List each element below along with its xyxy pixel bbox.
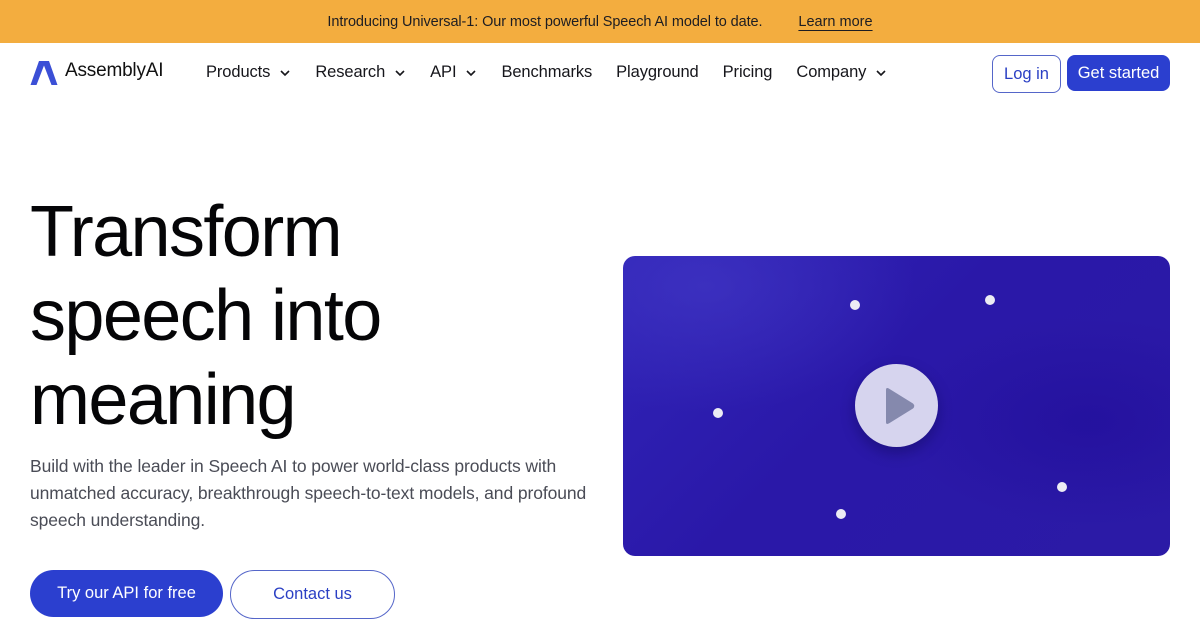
nav-item-label: Pricing bbox=[722, 63, 773, 81]
nav-item-products[interactable]: Products bbox=[206, 63, 291, 82]
try-api-button[interactable]: Try our API for free bbox=[30, 570, 223, 617]
decorative-dot bbox=[836, 509, 846, 519]
get-started-button[interactable]: Get started bbox=[1067, 55, 1170, 91]
main-menu: Products Research API Benchmarks Playgro… bbox=[206, 63, 911, 82]
nav-item-research[interactable]: Research bbox=[315, 63, 406, 82]
hero-title-line: Transform bbox=[30, 192, 343, 272]
contact-us-button[interactable]: Contact us bbox=[230, 570, 395, 619]
chevron-down-icon bbox=[466, 69, 477, 76]
decorative-dot bbox=[713, 408, 723, 418]
brand-name: AssemblyAI bbox=[65, 60, 164, 81]
banner-message: Introducing Universal-1: Our most powerf… bbox=[327, 13, 763, 30]
nav-item-label: Products bbox=[206, 63, 271, 81]
nav-item-playground[interactable]: Playground bbox=[616, 63, 699, 82]
decorative-dot bbox=[985, 295, 995, 305]
nav-item-label: API bbox=[430, 63, 457, 81]
nav-item-company[interactable]: Company bbox=[796, 63, 887, 82]
nav-item-label: Research bbox=[315, 63, 386, 81]
top-navigation: AssemblyAI Products Research API Benchma… bbox=[0, 43, 1200, 103]
hero-subtitle: Build with the leader in Speech AI to po… bbox=[30, 456, 587, 530]
hero-title-line: speech into bbox=[30, 276, 382, 356]
nav-item-label: Benchmarks bbox=[501, 63, 593, 81]
nav-item-label: Company bbox=[796, 63, 867, 81]
chevron-down-icon bbox=[876, 69, 886, 76]
decorative-dot bbox=[850, 300, 860, 310]
play-icon bbox=[885, 387, 914, 424]
hero-title: Transform speech into meaning bbox=[30, 190, 590, 442]
hero-title-line: meaning bbox=[30, 360, 297, 440]
learn-more-link[interactable]: Learn more bbox=[798, 14, 872, 30]
chevron-down-icon bbox=[280, 69, 290, 76]
nav-item-benchmarks[interactable]: Benchmarks bbox=[501, 63, 592, 82]
nav-item-label: Playground bbox=[616, 63, 699, 81]
announcement-banner: Introducing Universal-1: Our most powerf… bbox=[0, 0, 1200, 43]
decorative-dot bbox=[1057, 482, 1067, 492]
nav-item-pricing[interactable]: Pricing bbox=[723, 63, 773, 82]
assemblyai-logo-icon bbox=[30, 61, 58, 85]
brand-logo[interactable]: AssemblyAI bbox=[30, 60, 164, 86]
chevron-down-icon bbox=[395, 69, 405, 76]
nav-item-api[interactable]: API bbox=[430, 63, 477, 82]
play-button[interactable] bbox=[855, 364, 938, 447]
video-player[interactable] bbox=[623, 256, 1170, 556]
login-button[interactable]: Log in bbox=[992, 55, 1061, 93]
